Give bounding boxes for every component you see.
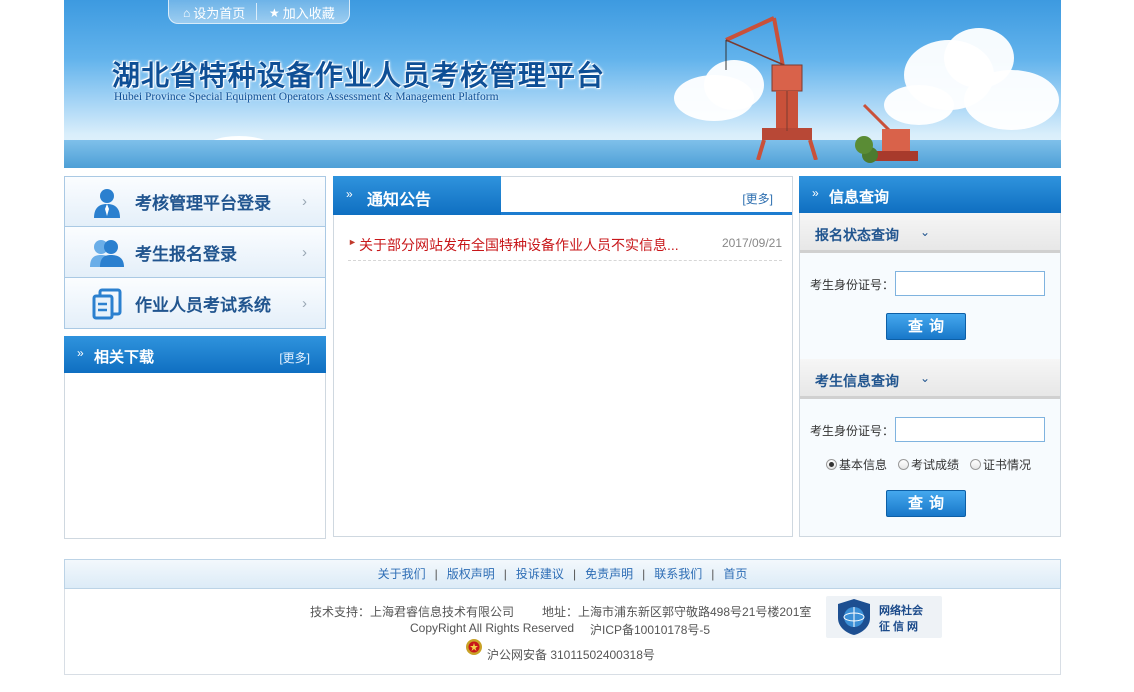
bullet-arrow-icon: ►: [348, 237, 357, 247]
footer-link-complaints[interactable]: 投诉建议: [516, 567, 564, 581]
chevron-right-icon: ›: [302, 294, 307, 312]
candidate-registration-login[interactable]: 考生报名登录 ›: [64, 227, 326, 278]
registration-id-label: 考生身份证号：: [810, 278, 895, 292]
news-date: 2017/09/21: [721, 236, 782, 250]
copyright-text: CopyRight All Rights Reserved: [410, 621, 575, 635]
news-title[interactable]: 关于部分网站发布全国特种设备作业人员不实信息...: [359, 235, 679, 255]
radio-button-checked[interactable]: [826, 459, 837, 470]
registration-query-button[interactable]: 查询: [886, 313, 966, 340]
address-text: 地址：上海市浦东新区郭守敬路498号21号楼201室: [542, 605, 812, 619]
operator-exam-system-label: 作业人员考试系统: [135, 295, 271, 315]
icp-text: 沪ICP备10010178号-5: [590, 623, 711, 637]
candidate-id-label: 考生身份证号：: [810, 424, 895, 438]
notice-more-link[interactable]: [更多]: [742, 190, 773, 207]
registration-status-header[interactable]: 报名状态查询 ⌄: [800, 213, 1060, 253]
query-title: 信息查询: [829, 189, 890, 206]
footer-link-home[interactable]: 首页: [723, 567, 747, 581]
footer-link-about[interactable]: 关于我们: [378, 567, 426, 581]
radio-basic-info[interactable]: 基本信息: [826, 456, 887, 473]
chevron-down-icon: ⌄: [920, 371, 931, 385]
seal-text-line2: 征信网: [879, 621, 921, 633]
footer-link-disclaimer[interactable]: 免责声明: [585, 567, 633, 581]
radio-certificate-status[interactable]: 证书情况: [970, 456, 1031, 473]
downloads-header: » 相关下载 [更多]: [64, 336, 326, 373]
downloads-panel: » 相关下载 [更多]: [64, 336, 326, 539]
operator-exam-system[interactable]: 作业人员考试系统 ›: [64, 278, 326, 329]
footer-link-contact[interactable]: 联系我们: [654, 567, 702, 581]
exam-document-icon: [92, 288, 122, 320]
downloads-title: 相关下载: [94, 349, 155, 366]
radio-exam-scores[interactable]: 考试成绩: [898, 456, 959, 473]
star-icon: ★: [269, 5, 280, 20]
police-record-text: 沪公网安备 31011502400318号: [487, 648, 655, 662]
login-menu: 考核管理平台登录 › 考生报名登录 › 作业人员考试系统 ›: [64, 176, 326, 329]
candidate-registration-login-label: 考生报名登录: [135, 244, 237, 264]
users-icon: [90, 240, 124, 267]
home-icon: ⌂: [183, 5, 191, 20]
credit-network-seal[interactable]: 网络社会 征信网: [826, 596, 942, 638]
admin-platform-login[interactable]: 考核管理平台登录 ›: [64, 176, 326, 227]
shield-icon: [838, 599, 870, 635]
notice-tabbar: » 通知公告 [更多]: [333, 176, 792, 215]
radio-button[interactable]: [898, 459, 909, 470]
notice-panel: » 通知公告 [更多] ► 关于部分网站发布全国特种设备作业人员不实信息... …: [333, 176, 793, 537]
site-subtitle: Hubei Province Special Equipment Operato…: [114, 91, 499, 103]
news-item[interactable]: ► 关于部分网站发布全国特种设备作业人员不实信息... 2017/09/21: [348, 235, 782, 261]
add-favorite-link[interactable]: ★ 加入收藏: [269, 3, 335, 22]
seal-text-line1: 网络社会: [879, 605, 923, 617]
candidate-info-title: 考生信息查询: [815, 373, 899, 389]
candidate-id-input[interactable]: [895, 417, 1045, 442]
chevron-right-icon: ›: [302, 243, 307, 261]
police-badge-icon: [466, 639, 482, 655]
footer-nav: 关于我们 | 版权声明 | 投诉建议 | 免责声明 | 联系我们 | 首页: [64, 559, 1061, 589]
admin-user-icon: [94, 189, 120, 218]
double-chevron-icon: »: [77, 346, 84, 360]
chevron-right-icon: ›: [302, 193, 307, 210]
top-links-bar: ⌂ 设为首页 ★ 加入收藏: [168, 0, 350, 24]
info-query-panel: » 信息查询 报名状态查询 ⌄ 考生身份证号： 查询 考生信息查询 ⌄ 考生身份…: [799, 176, 1061, 537]
query-header: » 信息查询: [799, 176, 1061, 213]
registration-status-title: 报名状态查询: [815, 227, 899, 243]
downloads-more-link[interactable]: [更多]: [279, 349, 310, 366]
set-homepage-link[interactable]: ⌂ 设为首页: [183, 3, 245, 22]
footer-link-copyright[interactable]: 版权声明: [447, 567, 495, 581]
double-chevron-icon: »: [812, 186, 819, 200]
tech-support-text: 技术支持：上海君睿信息技术有限公司: [310, 605, 515, 619]
admin-platform-login-label: 考核管理平台登录: [135, 194, 271, 213]
site-title: 湖北省特种设备作业人员考核管理平台: [112, 61, 606, 92]
candidate-query-button[interactable]: 查询: [886, 490, 966, 517]
crane-small-illustration: [855, 103, 918, 163]
candidate-info-header[interactable]: 考生信息查询 ⌄: [800, 359, 1060, 399]
chevron-down-icon: ⌄: [920, 225, 931, 239]
radio-button[interactable]: [970, 459, 981, 470]
double-chevron-icon: »: [346, 187, 353, 201]
notice-title: 通知公告: [367, 192, 432, 209]
registration-id-input[interactable]: [895, 271, 1045, 296]
tab-notices[interactable]: » 通知公告: [333, 176, 501, 215]
